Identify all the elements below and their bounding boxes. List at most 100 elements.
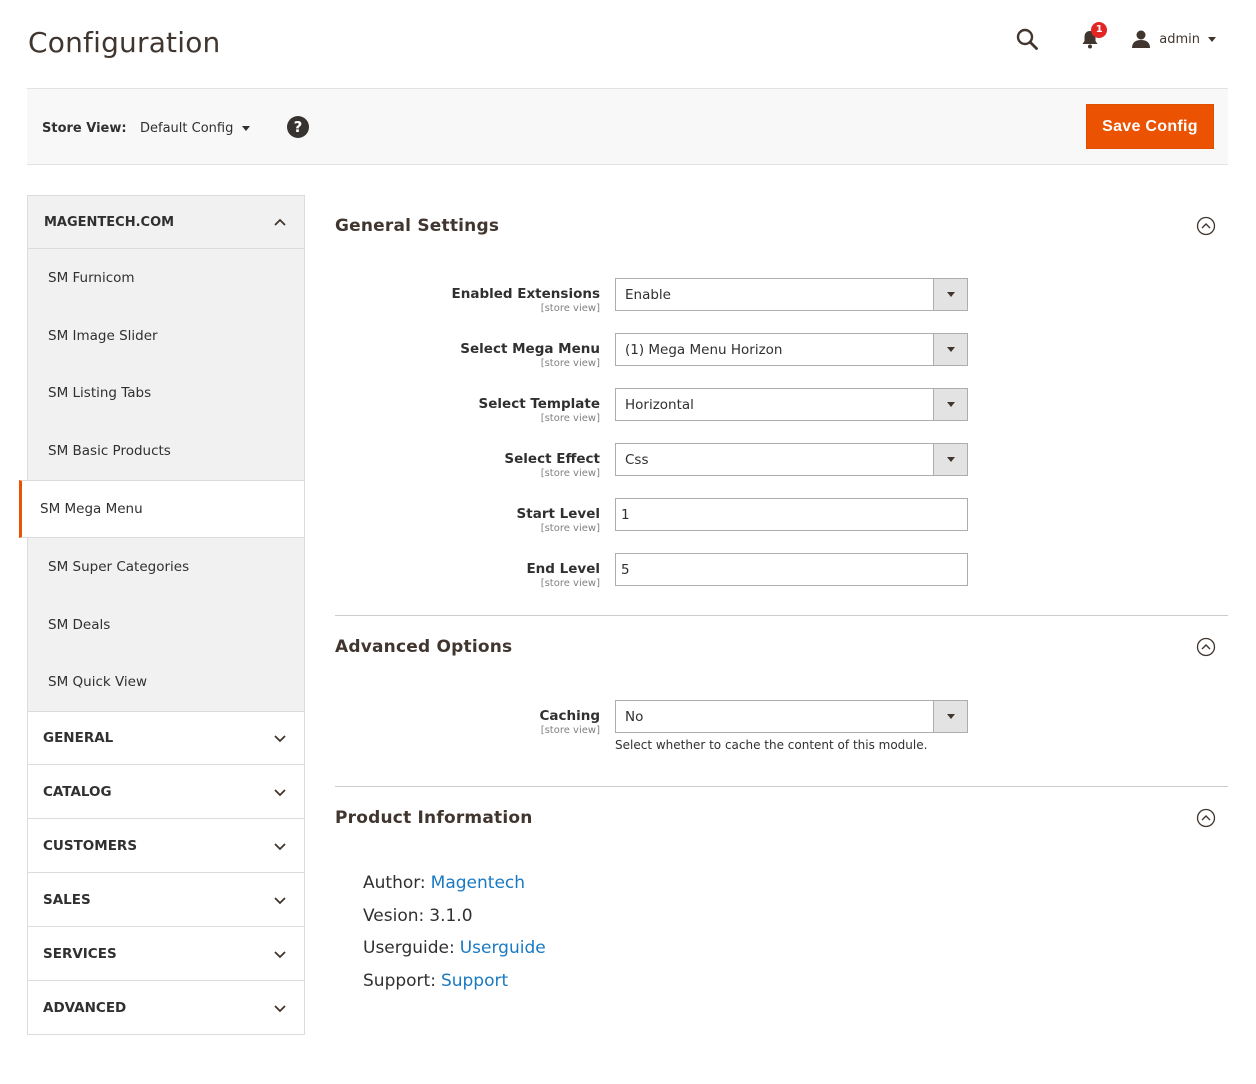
sidebar-category-label: SERVICES	[43, 945, 117, 962]
sidebar-category-label: SALES	[43, 891, 91, 908]
user-name: admin	[1159, 31, 1200, 47]
chevron-down-icon	[274, 843, 286, 851]
notifications-button[interactable]: 1	[1079, 22, 1108, 50]
sidebar-item-sm-furnicom[interactable]: SM Furnicom	[28, 249, 304, 307]
collapse-icon	[1196, 637, 1216, 657]
user-menu[interactable]: admin	[1131, 29, 1216, 49]
section-header-advanced-options[interactable]: Advanced Options	[335, 616, 1228, 678]
select-arrow	[933, 701, 967, 732]
sidebar-category-advanced[interactable]: ADVANCED	[27, 981, 305, 1036]
field-label: Select Template	[478, 396, 600, 412]
field-scope: [store view]	[540, 523, 600, 534]
sidebar-category-general[interactable]: GENERAL	[27, 711, 305, 766]
store-view-label: Store View:	[42, 121, 127, 136]
section-general-settings: General Settings Enabled Extensions [sto…	[335, 195, 1228, 615]
field-label: Caching	[539, 708, 600, 724]
help-icon[interactable]: ?	[287, 116, 309, 138]
select-template-select[interactable]: Horizontal	[615, 388, 968, 421]
chevron-down-icon	[946, 402, 955, 407]
caching-note: Select whether to cache the content of t…	[615, 738, 928, 752]
userguide-link[interactable]: Userguide	[460, 938, 546, 958]
field-row-start-level: Start Level [store view] 1	[335, 498, 1228, 553]
sidebar-item-sm-listing-tabs[interactable]: SM Listing Tabs	[28, 365, 304, 423]
sidebar-category-label: ADVANCED	[43, 999, 127, 1016]
select-arrow	[933, 279, 967, 310]
select-effect-select[interactable]: Css	[615, 443, 968, 476]
save-config-button[interactable]: Save Config	[1086, 104, 1214, 149]
field-row-select-template: Select Template [store view] Horizontal	[335, 388, 1228, 443]
sidebar-category-services[interactable]: SERVICES	[27, 927, 305, 982]
sidebar-item-sm-quick-view[interactable]: SM Quick View	[28, 654, 304, 712]
caching-select[interactable]: No	[615, 700, 968, 733]
sidebar-item-sm-mega-menu[interactable]: SM Mega Menu	[19, 480, 304, 538]
sidebar-category-label: CUSTOMERS	[43, 837, 138, 854]
chevron-down-icon	[274, 951, 286, 959]
chevron-down-icon	[274, 789, 286, 797]
info-userguide: Userguide: Userguide	[363, 932, 1228, 965]
config-main: General Settings Enabled Extensions [sto…	[335, 195, 1228, 997]
sidebar-item-sm-deals[interactable]: SM Deals	[28, 596, 304, 654]
start-level-input[interactable]: 1	[615, 498, 968, 531]
chevron-down-icon	[274, 735, 286, 743]
user-icon	[1132, 30, 1151, 48]
select-arrow	[933, 389, 967, 420]
sidebar-item-sm-super-categories[interactable]: SM Super Categories	[28, 538, 304, 596]
field-label: Select Effect	[504, 451, 600, 467]
header-actions: 1 admin	[1015, 22, 1216, 54]
section-title: General Settings	[335, 216, 500, 236]
support-link[interactable]: Support	[441, 971, 508, 991]
sidebar-item-sm-basic-products[interactable]: SM Basic Products	[28, 422, 304, 480]
chevron-down-icon	[946, 292, 955, 297]
chevron-down-icon	[274, 897, 286, 905]
info-label: Vesion:	[363, 905, 425, 926]
search-icon[interactable]	[1015, 27, 1039, 51]
field-scope: [store view]	[540, 413, 600, 424]
select-value: No	[625, 708, 644, 725]
info-label: Support:	[363, 971, 436, 992]
info-label: Userguide:	[363, 938, 455, 959]
section-title: Advanced Options	[335, 637, 513, 657]
select-value: (1) Mega Menu Horizon	[625, 341, 783, 358]
sidebar-category-customers[interactable]: CUSTOMERS	[27, 819, 305, 874]
info-label: Author:	[363, 873, 426, 894]
field-label: End Level	[526, 561, 600, 577]
product-info-block: Author: Magentech Vesion: 3.1.0 Userguid…	[335, 849, 1228, 997]
sidebar-category-label: CATALOG	[43, 783, 112, 800]
field-scope: [store view]	[540, 468, 600, 479]
sidebar-category-sales[interactable]: SALES	[27, 873, 305, 928]
author-link[interactable]: Magentech	[431, 873, 525, 893]
sidebar-category-catalog[interactable]: CATALOG	[27, 765, 305, 820]
chevron-up-icon	[274, 218, 286, 226]
section-advanced-options: Advanced Options Caching [store view] No…	[335, 616, 1228, 786]
store-view-bar: Store View: Default Config ? Save Config	[27, 88, 1228, 165]
sidebar-category-label: GENERAL	[43, 730, 114, 747]
field-scope: [store view]	[540, 303, 600, 314]
chevron-down-icon	[946, 714, 955, 719]
field-scope: [store view]	[540, 358, 600, 369]
chevron-down-icon	[242, 126, 251, 131]
section-header-general-settings[interactable]: General Settings	[335, 195, 1228, 257]
chevron-down-icon	[274, 1005, 286, 1013]
section-product-information: Product Information Author: Magentech Ve…	[335, 787, 1228, 997]
sidebar-item-sm-image-slider[interactable]: SM Image Slider	[28, 307, 304, 365]
chevron-down-icon	[946, 457, 955, 462]
field-row-caching: Caching [store view] No Select whether t…	[335, 700, 1228, 786]
collapse-icon	[1196, 216, 1216, 236]
store-view-switcher[interactable]: Default Config	[140, 121, 251, 136]
section-title: Product Information	[335, 808, 533, 828]
section-header-product-information[interactable]: Product Information	[335, 787, 1228, 849]
select-value: Enable	[625, 286, 671, 303]
field-scope: [store view]	[540, 578, 600, 589]
sidebar-group-title: MAGENTECH.COM	[44, 214, 175, 230]
info-version: Vesion: 3.1.0	[363, 900, 1228, 933]
end-level-input[interactable]: 5	[615, 553, 968, 586]
field-label: Enabled Extensions	[451, 286, 601, 302]
chevron-down-icon	[946, 347, 955, 352]
info-author: Author: Magentech	[363, 867, 1228, 900]
select-mega-menu-select[interactable]: (1) Mega Menu Horizon	[615, 333, 968, 366]
field-row-enabled-extensions: Enabled Extensions [store view] Enable	[335, 278, 1228, 333]
field-row-select-effect: Select Effect [store view] Css	[335, 443, 1228, 498]
sidebar-group-magentech[interactable]: MAGENTECH.COM	[27, 195, 305, 249]
select-arrow	[933, 334, 967, 365]
enabled-extensions-select[interactable]: Enable	[615, 278, 968, 311]
